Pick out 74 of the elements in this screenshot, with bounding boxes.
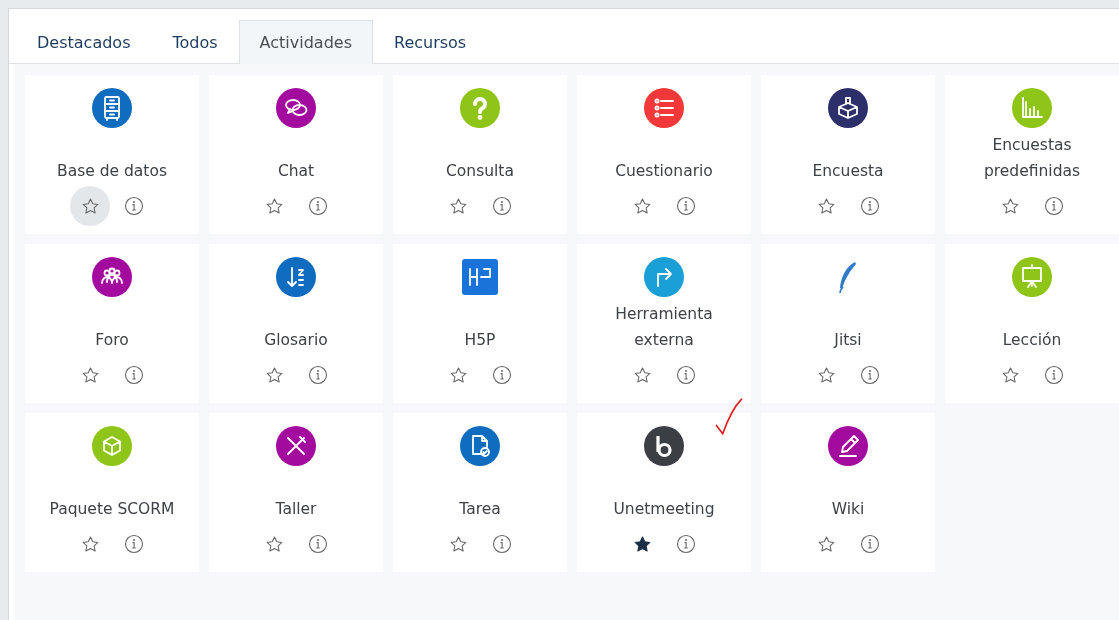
activity-name: Jitsi — [834, 330, 862, 351]
star-button[interactable] — [70, 186, 110, 226]
info-icon — [124, 196, 144, 216]
star-icon — [80, 365, 100, 385]
activity-card[interactable]: Lección — [945, 244, 1119, 403]
info-icon — [676, 196, 696, 216]
tab[interactable]: Destacados — [16, 20, 152, 64]
info-icon — [124, 534, 144, 554]
activity-card[interactable]: Chat — [209, 75, 383, 234]
star-icon — [264, 534, 284, 554]
info-icon — [492, 365, 512, 385]
activity-card[interactable]: Unetmeeting — [577, 413, 751, 572]
tab[interactable]: Actividades — [238, 20, 373, 64]
activity-name: Wiki — [831, 499, 865, 520]
info-icon — [492, 196, 512, 216]
star-icon — [816, 365, 836, 385]
activity-card[interactable]: Foro — [25, 244, 199, 403]
activity-name: Tarea — [459, 499, 501, 520]
info-icon — [492, 534, 512, 554]
activity-card[interactable]: Encuestas predefinidas — [945, 75, 1119, 234]
activity-name: Foro — [95, 330, 129, 351]
activity-name: Unetmeeting — [613, 499, 715, 520]
info-icon — [676, 365, 696, 385]
activity-name: Glosario — [264, 330, 328, 351]
activity-name: Chat — [277, 161, 315, 182]
activity-name: Lección — [1002, 330, 1062, 351]
star-icon — [1000, 365, 1020, 385]
info-icon — [1044, 196, 1064, 216]
activity-name: Cuestionario — [615, 161, 713, 182]
star-icon — [264, 365, 284, 385]
star-icon — [632, 365, 652, 385]
info-icon — [124, 365, 144, 385]
activity-name: Consulta — [446, 161, 514, 182]
star-icon — [80, 534, 100, 554]
activity-name: Base de datos — [57, 161, 167, 182]
activity-card[interactable]: Glosario — [209, 244, 383, 403]
info-icon — [308, 365, 328, 385]
info-icon — [860, 196, 880, 216]
star-icon — [632, 196, 652, 216]
star-icon — [632, 534, 652, 554]
info-icon — [860, 365, 880, 385]
star-icon — [448, 534, 468, 554]
star-icon — [1000, 196, 1020, 216]
check-mark-icon — [713, 396, 745, 438]
activity-name: H5P — [464, 330, 496, 351]
activity-name: Herramienta externa — [614, 304, 714, 351]
activity-card[interactable]: Paquete SCORM — [25, 413, 199, 572]
info-icon — [308, 196, 328, 216]
activity-card[interactable]: H5P — [393, 244, 567, 403]
activity-name: Encuestas predefinidas — [982, 135, 1082, 182]
star-icon — [80, 196, 100, 216]
star-icon — [816, 534, 836, 554]
activity-name: Encuesta — [812, 161, 884, 182]
info-icon — [308, 534, 328, 554]
activity-card[interactable]: Encuesta — [761, 75, 935, 234]
star-icon — [816, 196, 836, 216]
activity-card[interactable]: Wiki — [761, 413, 935, 572]
star-icon — [448, 196, 468, 216]
star-icon — [448, 365, 468, 385]
info-icon — [676, 534, 696, 554]
tab[interactable]: Recursos — [373, 20, 488, 64]
activity-card[interactable]: Jitsi — [761, 244, 935, 403]
activity-card[interactable]: Cuestionario — [577, 75, 751, 234]
activity-card[interactable]: Base de datos — [25, 75, 199, 234]
activity-name: Taller — [275, 499, 317, 520]
star-icon — [264, 196, 284, 216]
activity-name: Paquete SCORM — [49, 499, 175, 520]
activity-card[interactable]: Consulta — [393, 75, 567, 234]
tab[interactable]: Todos — [151, 20, 239, 64]
info-icon — [860, 534, 880, 554]
info-icon — [1044, 365, 1064, 385]
activity-card[interactable]: Taller — [209, 413, 383, 572]
activity-card[interactable]: Tarea — [393, 413, 567, 572]
activity-card[interactable]: Herramienta externa — [577, 244, 751, 403]
